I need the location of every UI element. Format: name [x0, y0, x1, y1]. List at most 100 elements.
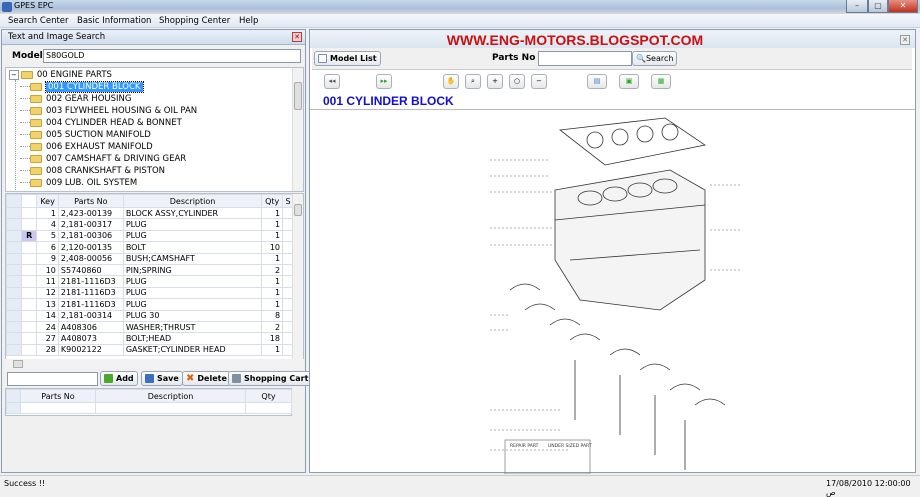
table-row[interactable]: 27 A408073 BOLT;HEAD 18: [6, 332, 294, 345]
search-button[interactable]: 🔍Search: [632, 51, 678, 66]
parts-no-cell: 2,181-00317: [57, 218, 124, 231]
cart-label: Shopping Cart: [244, 374, 309, 383]
folder-icon: [30, 154, 42, 163]
key-cell: 6: [36, 241, 59, 254]
parts-vscrollbar[interactable]: [292, 194, 303, 368]
exploded-diagram[interactable]: REPAIR PART UNDER SIZED PART: [310, 109, 915, 475]
collapse-icon[interactable]: −: [9, 70, 19, 80]
flag-cell: [21, 263, 38, 277]
parts-no-cell: A408306: [57, 320, 124, 334]
tree-item[interactable]: 006 EXHAUST MANIFOLD: [20, 141, 153, 153]
diagram-toolbar: Model List Parts No 🔍Search: [312, 48, 912, 70]
col-qty[interactable]: Qty: [261, 194, 284, 208]
description-cell: BOLT: [122, 241, 263, 254]
table-row[interactable]: 28 K9002122 GASKET;CYLINDER HEAD 1: [6, 343, 294, 357]
save-button[interactable]: Save: [141, 371, 183, 386]
cart-col-parts-no[interactable]: Parts No: [20, 389, 96, 403]
table-row[interactable]: 6 2,120-00135 BOLT 10: [6, 241, 294, 254]
window-title: GPES EPC: [14, 1, 54, 10]
flag-cell: [21, 218, 38, 231]
table-row[interactable]: 9 2,408-00056 BUSH;CAMSHAFT 1: [6, 252, 294, 265]
table-row[interactable]: 12 2181-1116D3 PLUG 1: [6, 286, 294, 300]
maximize-button[interactable]: ▢: [868, 0, 888, 13]
tree-item[interactable]: 008 CRANKSHAFT & PISTON: [20, 165, 165, 177]
cart-col-qty[interactable]: Qty: [245, 389, 292, 403]
table-row[interactable]: 4 2,181-00317 PLUG 1: [6, 218, 294, 231]
tree-item-label: 005 SUCTION MANIFOLD: [46, 130, 151, 140]
zoom-fit-icon[interactable]: ○: [509, 74, 525, 89]
parts-no-label: Parts No: [492, 53, 536, 63]
folder-icon: [30, 130, 42, 139]
menu-search-center[interactable]: Search Center: [8, 16, 69, 26]
table-row[interactable]: 1 2,423-00139 BLOCK ASSY,CYLINDER 1: [6, 206, 294, 220]
parts-no-input[interactable]: [538, 51, 632, 66]
export-image-icon[interactable]: ▣: [619, 74, 639, 89]
model-label: Model: [12, 51, 43, 61]
tree-item[interactable]: 007 CAMSHAFT & DRIVING GEAR: [20, 153, 186, 165]
tree-item[interactable]: 005 SUCTION MANIFOLD: [20, 129, 151, 141]
tree-item[interactable]: 001 CYLINDER BLOCK: [20, 81, 144, 93]
close-button[interactable]: ✕: [888, 0, 918, 13]
parts-no-cell: 2,423-00139: [57, 206, 124, 220]
minimize-button[interactable]: –: [846, 0, 868, 13]
status-datetime: 17/08/2010 12:00:00 ص: [826, 479, 911, 497]
table-row[interactable]: 11 2181-1116D3 PLUG 1: [6, 275, 294, 288]
tree-item[interactable]: 004 CYLINDER HEAD & BONNET: [20, 117, 182, 129]
cart-table: Parts No Description Qty: [5, 388, 292, 416]
close-panel-icon[interactable]: ✕: [292, 32, 302, 42]
menu-bar: Search Center Basic Information Shopping…: [0, 14, 920, 28]
panel-header: Text and Image Search: [2, 30, 305, 45]
tree-item[interactable]: 003 FLYWHEEL HOUSING & OIL PAN: [20, 105, 197, 117]
tree-node-root[interactable]: − 00 ENGINE PARTS: [9, 69, 112, 81]
flag-cell: R: [21, 229, 38, 243]
cart-col-description[interactable]: Description: [95, 389, 246, 403]
model-input[interactable]: S80GOLD: [43, 49, 301, 63]
col-key[interactable]: Key: [36, 194, 59, 208]
table-row[interactable]: 14 2,181-00314 PLUG 30 8: [6, 309, 294, 322]
description-cell: GASKET;CYLINDER HEAD: [122, 343, 263, 357]
table-row[interactable]: 13 2181-1116D3 PLUG 1: [6, 298, 294, 311]
cart-part-input[interactable]: [7, 372, 98, 386]
key-cell: 4: [36, 218, 59, 231]
zoom-area-icon[interactable]: ⌕: [465, 74, 481, 89]
export-image-small-icon[interactable]: ▦: [651, 74, 671, 89]
export-icon[interactable]: ▤: [587, 74, 607, 89]
tree-item[interactable]: 002 GEAR HOUSING: [20, 93, 131, 105]
zoom-in-icon[interactable]: +: [487, 74, 503, 89]
key-cell: 10: [36, 263, 59, 277]
under-sized-label: UNDER SIZED PART: [548, 443, 592, 449]
menu-shopping-center[interactable]: Shopping Center: [159, 16, 230, 26]
next-page-button[interactable]: ▸▸: [376, 74, 392, 89]
folder-icon: [30, 178, 42, 187]
parts-no-cell: A408073: [57, 332, 124, 345]
folder-icon: [30, 94, 42, 103]
add-button[interactable]: Add: [100, 371, 138, 386]
parts-hscrollbar[interactable]: [5, 359, 304, 369]
qty-cell: 1: [261, 218, 284, 231]
description-cell: WASHER;THRUST: [122, 320, 263, 334]
close-diagram-icon[interactable]: ✕: [900, 35, 910, 45]
tree-item[interactable]: 009 LUB. OIL SYSTEM: [20, 177, 137, 189]
shopping-cart-button[interactable]: Shopping Cart: [228, 371, 313, 386]
table-row[interactable]: 10 S5740860 PIN;SPRING 2: [6, 263, 294, 277]
status-bar: Success !! 17/08/2010 12:00:00 ص: [0, 475, 920, 497]
col-description[interactable]: Description: [122, 194, 263, 208]
delete-button[interactable]: ✖ Delete: [182, 371, 231, 386]
previous-page-button[interactable]: ◂◂: [324, 74, 340, 89]
pan-hand-icon[interactable]: ✋: [443, 74, 459, 89]
table-row[interactable]: 24 A408306 WASHER;THRUST 2: [6, 320, 294, 334]
model-list-button[interactable]: Model List: [314, 51, 381, 66]
menu-basic-information[interactable]: Basic Information: [77, 16, 151, 26]
table-row[interactable]: R 5 2,181-00306 PLUG 1: [6, 229, 294, 243]
magnifier-icon: 🔍: [636, 54, 646, 63]
app-icon: [2, 2, 12, 12]
parts-diagram-panel: WWW.ENG-MOTORS.BLOGSPOT.COM ✕ Model List…: [309, 29, 916, 475]
menu-help[interactable]: Help: [239, 16, 258, 26]
col-parts-no[interactable]: Parts No: [57, 194, 124, 208]
parts-no-cell: 2,181-00314: [57, 309, 124, 322]
tree-scrollbar[interactable]: [292, 68, 303, 191]
key-cell: 9: [36, 252, 59, 265]
key-cell: 11: [36, 275, 59, 288]
repair-part-label: REPAIR PART: [510, 443, 539, 449]
zoom-out-icon[interactable]: −: [531, 74, 547, 89]
